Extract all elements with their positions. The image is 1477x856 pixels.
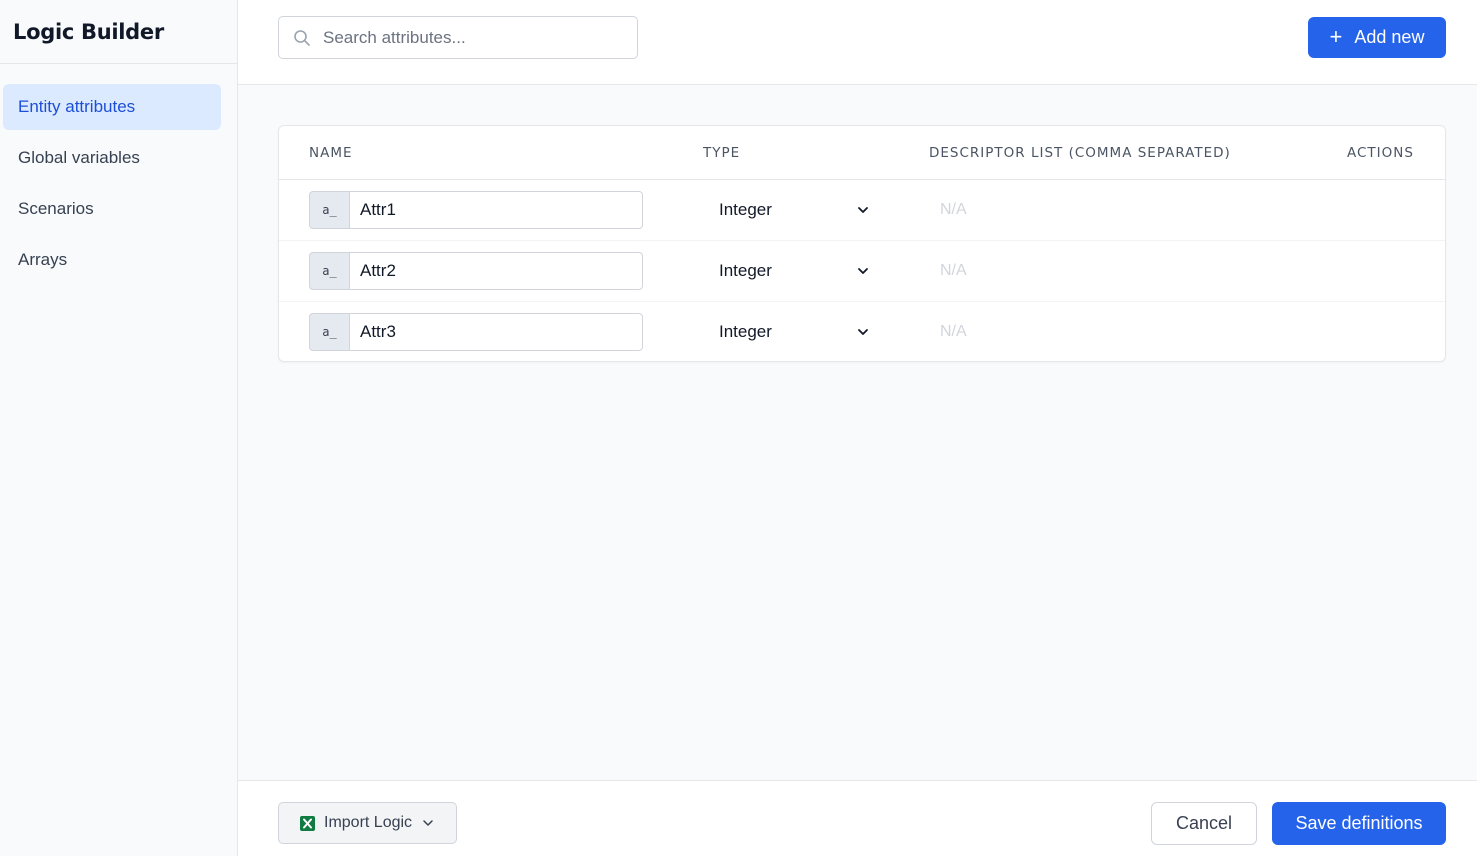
cancel-button[interactable]: Cancel xyxy=(1151,802,1257,845)
sidebar-item-scenarios[interactable]: Scenarios xyxy=(3,186,221,232)
add-new-label: Add new xyxy=(1354,27,1425,47)
type-select-value: Integer xyxy=(719,200,772,219)
type-select[interactable]: Integer xyxy=(719,191,869,229)
descriptor-placeholder: N/A xyxy=(940,201,967,218)
type-select[interactable]: Integer xyxy=(719,313,869,351)
add-new-button[interactable]: + Add new xyxy=(1308,17,1446,58)
sidebar: Logic Builder Entity attributes Global v… xyxy=(0,0,238,856)
footer-bar: Import Logic Cancel Save definitions xyxy=(238,780,1477,856)
table-row: a_ Integer N/A xyxy=(279,180,1445,241)
app-title: Logic Builder xyxy=(13,19,164,44)
chevron-down-icon xyxy=(858,329,868,335)
import-logic-button[interactable]: Import Logic xyxy=(278,802,457,844)
column-header-type: TYPE xyxy=(703,145,741,161)
name-prefix-badge: a_ xyxy=(309,313,349,351)
table-header: NAME TYPE DESCRIPTOR LIST (COMMA SEPARAT… xyxy=(279,126,1445,180)
attribute-name-input[interactable] xyxy=(349,252,643,290)
excel-icon xyxy=(300,815,315,831)
sidebar-item-global-variables[interactable]: Global variables xyxy=(3,135,221,181)
descriptor-placeholder: N/A xyxy=(940,262,967,279)
chevron-down-icon xyxy=(858,207,868,213)
sidebar-item-entity-attributes[interactable]: Entity attributes xyxy=(3,84,221,130)
topbar: + Add new xyxy=(238,0,1477,85)
sidebar-nav: Entity attributes Global variables Scena… xyxy=(0,64,237,283)
plus-icon: + xyxy=(1329,23,1343,49)
table-row: a_ Integer N/A xyxy=(279,241,1445,302)
attribute-name-input[interactable] xyxy=(349,313,643,351)
type-select[interactable]: Integer xyxy=(719,252,869,290)
descriptor-placeholder: N/A xyxy=(940,323,967,340)
table-row: a_ Integer N/A xyxy=(279,302,1445,363)
search-input[interactable] xyxy=(323,27,623,48)
attributes-table: NAME TYPE DESCRIPTOR LIST (COMMA SEPARAT… xyxy=(278,125,1446,362)
chevron-down-icon xyxy=(858,268,868,274)
chevron-down-icon xyxy=(423,820,433,826)
search-icon xyxy=(294,29,310,46)
search-box[interactable] xyxy=(278,16,638,59)
sidebar-header: Logic Builder xyxy=(0,0,237,64)
type-select-value: Integer xyxy=(719,261,772,280)
import-logic-label: Import Logic xyxy=(324,814,413,831)
column-header-actions: ACTIONS xyxy=(1347,145,1414,161)
type-select-value: Integer xyxy=(719,322,772,341)
sidebar-item-arrays[interactable]: Arrays xyxy=(3,237,221,283)
save-definitions-button[interactable]: Save definitions xyxy=(1272,802,1446,845)
column-header-descriptor: DESCRIPTOR LIST (COMMA SEPARATED) xyxy=(929,145,1231,161)
name-prefix-badge: a_ xyxy=(309,191,349,229)
column-header-name: NAME xyxy=(309,145,353,161)
name-prefix-badge: a_ xyxy=(309,252,349,290)
attribute-name-input[interactable] xyxy=(349,191,643,229)
